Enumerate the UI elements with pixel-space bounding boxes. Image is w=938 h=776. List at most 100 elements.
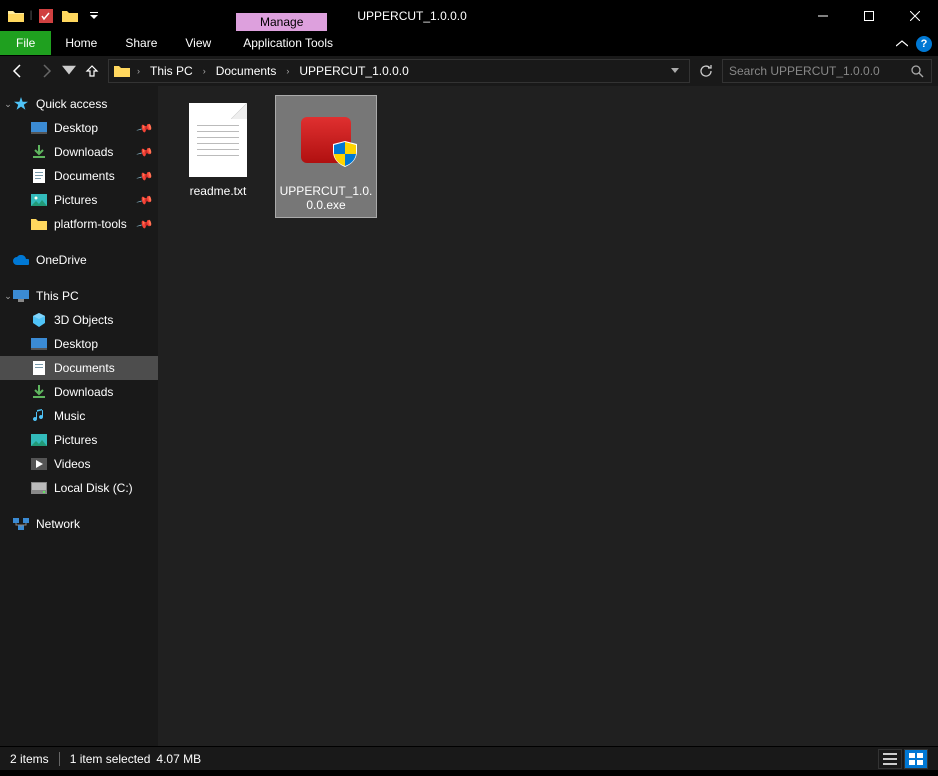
download-icon (30, 384, 48, 400)
tree-label: Pictures (54, 433, 97, 447)
titlebar: | Manage UPPERCUT_1.0.0.0 (0, 0, 938, 31)
tree-item-downloads[interactable]: Downloads 📌 (0, 140, 158, 164)
ribbon-tab-home[interactable]: Home (51, 31, 111, 55)
quick-access-icon (12, 96, 30, 112)
tree-label: Downloads (54, 385, 113, 399)
tree-label: OneDrive (36, 253, 87, 267)
tree-this-pc[interactable]: ⌄ This PC (0, 284, 158, 308)
tree-item-desktop[interactable]: Desktop 📌 (0, 116, 158, 140)
window-controls (800, 0, 938, 31)
refresh-button[interactable] (694, 59, 718, 83)
breadcrumb-segment-this-pc[interactable]: This PC› (146, 64, 210, 78)
tree-network[interactable]: Network (0, 512, 158, 536)
nav-recent-dropdown[interactable] (62, 59, 76, 83)
pin-icon: 📌 (136, 167, 154, 185)
tree-item-videos[interactable]: Videos (0, 452, 158, 476)
file-item-readme[interactable]: readme.txt (168, 96, 268, 202)
pictures-icon (30, 192, 48, 208)
tree-label: Local Disk (C:) (54, 481, 133, 495)
desktop-icon (30, 336, 48, 352)
address-history-dropdown[interactable] (665, 66, 685, 77)
music-icon (30, 408, 48, 424)
ribbon-tab-file[interactable]: File (0, 31, 51, 55)
qat-folder-icon[interactable] (4, 0, 28, 31)
address-bar-row: › This PC› Documents› UPPERCUT_1.0.0.0 (0, 56, 938, 86)
tree-label: Documents (54, 169, 115, 183)
file-list[interactable]: readme.txt UPPERCUT_1.0.0.0.exe (158, 86, 938, 746)
tree-label: platform-tools (54, 217, 127, 231)
maximize-button[interactable] (846, 0, 892, 31)
documents-icon (30, 168, 48, 184)
tree-label: Documents (54, 361, 115, 375)
ribbon-help-area: ? (896, 31, 932, 56)
tree-item-documents[interactable]: Documents 📌 (0, 164, 158, 188)
breadcrumb-chevron-root[interactable]: › (133, 66, 144, 76)
network-icon (12, 516, 30, 532)
context-tab-manage[interactable]: Manage (236, 13, 327, 31)
tree-label: Desktop (54, 337, 98, 351)
tree-item-documents-pc[interactable]: Documents (0, 356, 158, 380)
status-selection: 1 item selected (70, 752, 151, 766)
navigation-pane: ⌄ Quick access Desktop 📌 Downloads 📌 Doc… (0, 86, 158, 746)
tree-item-local-disk[interactable]: Local Disk (C:) (0, 476, 158, 500)
breadcrumb-segment-current[interactable]: UPPERCUT_1.0.0.0 (295, 64, 412, 78)
pin-icon: 📌 (136, 191, 154, 209)
status-size: 4.07 MB (150, 752, 201, 766)
tree-item-desktop-pc[interactable]: Desktop (0, 332, 158, 356)
expand-icon[interactable]: ⌄ (2, 99, 14, 110)
qat-new-folder-icon[interactable] (58, 0, 82, 31)
pin-icon: 📌 (136, 143, 154, 161)
pictures-icon (30, 432, 48, 448)
view-large-icons-button[interactable] (904, 749, 928, 769)
download-icon (30, 144, 48, 160)
tree-label: Downloads (54, 145, 113, 159)
ribbon-collapse-icon[interactable] (896, 37, 908, 51)
help-icon[interactable]: ? (916, 36, 932, 52)
pin-icon: 📌 (136, 215, 154, 233)
documents-icon (30, 360, 48, 376)
tree-item-downloads-pc[interactable]: Downloads (0, 380, 158, 404)
nav-back-button[interactable] (6, 59, 30, 83)
txt-file-icon (178, 100, 258, 180)
expand-icon[interactable]: ⌄ (2, 291, 14, 302)
view-details-button[interactable] (878, 749, 902, 769)
tree-label: Videos (54, 457, 90, 471)
file-item-uppercut-exe[interactable]: UPPERCUT_1.0.0.0.exe (276, 96, 376, 217)
tree-label: Desktop (54, 121, 98, 135)
ribbon-tabs: File Home Share View Application Tools ? (0, 31, 938, 56)
nav-forward-button[interactable] (34, 59, 58, 83)
ribbon-tab-view[interactable]: View (171, 31, 225, 55)
file-label: readme.txt (170, 184, 266, 198)
videos-icon (30, 456, 48, 472)
status-separator (59, 752, 60, 766)
search-box[interactable] (722, 59, 932, 83)
folder-icon (30, 216, 48, 232)
pin-icon: 📌 (136, 119, 154, 137)
ribbon-tab-application-tools[interactable]: Application Tools (229, 31, 347, 55)
tree-label: Pictures (54, 193, 97, 207)
tree-item-pictures[interactable]: Pictures 📌 (0, 188, 158, 212)
search-input[interactable] (729, 64, 909, 78)
qat-properties-icon[interactable] (34, 0, 58, 31)
ribbon-tab-share[interactable]: Share (111, 31, 171, 55)
tree-onedrive[interactable]: OneDrive (0, 248, 158, 272)
tree-item-music[interactable]: Music (0, 404, 158, 428)
search-icon[interactable] (909, 65, 925, 78)
minimize-button[interactable] (800, 0, 846, 31)
tree-item-platform-tools[interactable]: platform-tools 📌 (0, 212, 158, 236)
status-item-count: 2 items (10, 752, 49, 766)
window-title: UPPERCUT_1.0.0.0 (327, 0, 466, 31)
qat-customize-icon[interactable] (82, 0, 106, 31)
breadcrumb-segment-documents[interactable]: Documents› (212, 64, 294, 78)
address-bar[interactable]: › This PC› Documents› UPPERCUT_1.0.0.0 (108, 59, 690, 83)
tree-label: 3D Objects (54, 313, 113, 327)
tree-quick-access[interactable]: ⌄ Quick access (0, 92, 158, 116)
onedrive-icon (12, 252, 30, 268)
explorer-body: ⌄ Quick access Desktop 📌 Downloads 📌 Doc… (0, 86, 938, 746)
tree-item-3d-objects[interactable]: 3D Objects (0, 308, 158, 332)
tree-item-pictures-pc[interactable]: Pictures (0, 428, 158, 452)
close-button[interactable] (892, 0, 938, 31)
disk-icon (30, 480, 48, 496)
nav-up-button[interactable] (80, 59, 104, 83)
exe-file-icon (286, 100, 366, 180)
